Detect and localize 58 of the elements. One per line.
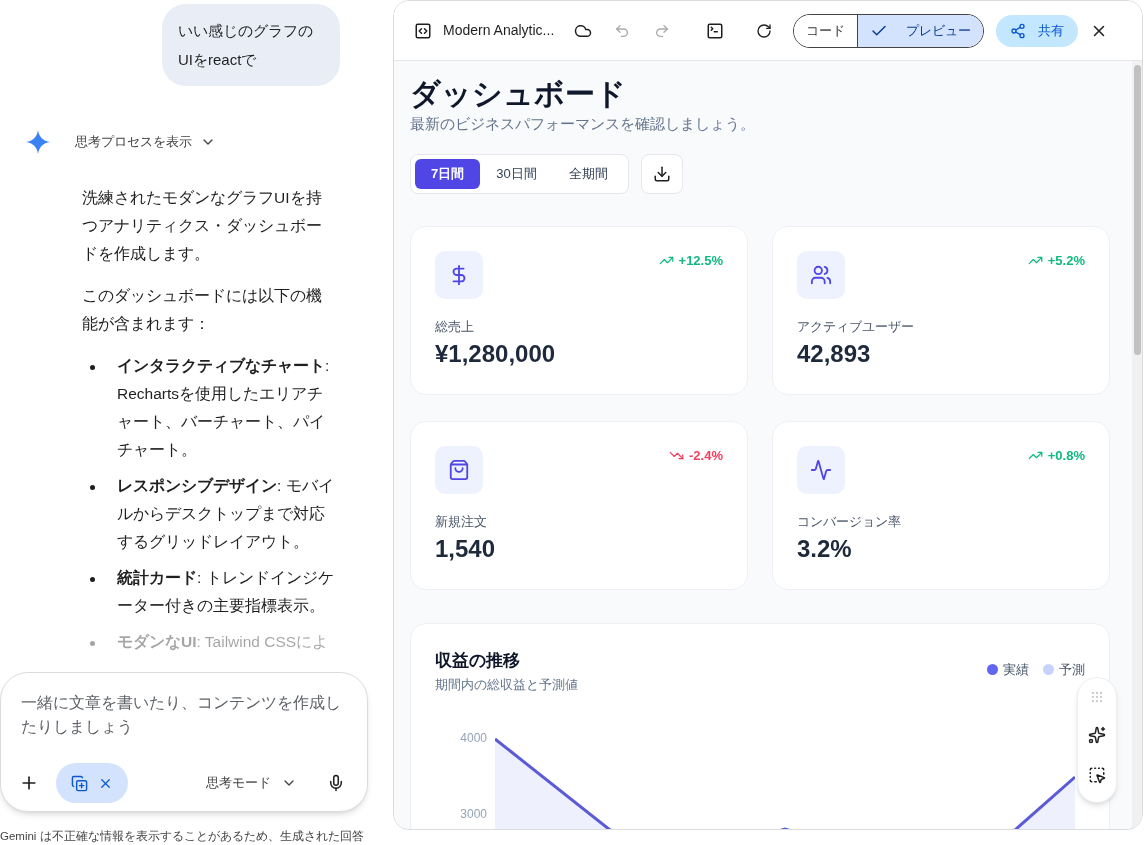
shopping-bag-icon (435, 445, 483, 494)
dashboard-title: ダッシュボード (410, 76, 627, 112)
dashboard-subtitle: 最新のビジネスパフォーマンスを確認しましょう。 (410, 114, 756, 134)
feature-text: レスポンシブデザイン: モバイルからデスクトップまで対応するグリッドレイアウト。 (117, 476, 334, 552)
view-tab[interactable]: プレビュー (857, 14, 984, 47)
feature-text: 統計カード: トレンドインジケーター付きの主要指標表示。 (117, 568, 334, 616)
download-button[interactable] (640, 153, 683, 194)
pulse-icon (797, 445, 845, 494)
sparkle-icon[interactable] (1088, 725, 1106, 744)
users-icon (797, 250, 845, 299)
axis-label: 4000 (460, 729, 487, 747)
stat-label: アクティブユーザー (797, 317, 915, 336)
select-icon[interactable] (1088, 765, 1106, 784)
trend-badge: +12.5% (658, 250, 723, 270)
terminal-icon[interactable] (706, 21, 725, 40)
bullet-icon (90, 485, 95, 490)
legend-label: 実績 (1003, 660, 1029, 679)
microphone-icon[interactable] (327, 774, 345, 792)
stat-label: コンバージョン率 (797, 512, 902, 531)
feature-text: インタラクティブなチャート: Rechartsを使用したエリアチャート、バーチャート、パイチャート。 (117, 356, 331, 460)
mode-dropdown[interactable]: 思考モード (206, 773, 297, 793)
stat-value: ¥1,280,000 (435, 339, 557, 369)
stat-label: 総売上 (435, 317, 475, 336)
bullet-icon (90, 641, 95, 646)
refresh-icon[interactable] (756, 22, 773, 39)
legend-label: 予測 (1059, 660, 1085, 679)
period-tab[interactable]: 全期間 (552, 158, 624, 189)
chat-input-box[interactable]: 一緒に文章を書いたり、コンテンツを作成したりしましょう 思考モード (0, 672, 368, 812)
drag-handle-icon[interactable] (1090, 689, 1104, 704)
stat-label: 新規注文 (435, 512, 488, 531)
thinking-toggle[interactable]: 思考プロセスを表示 (75, 132, 216, 152)
feature-text: モダンなUI: Tailwind CSSによ (117, 632, 329, 653)
user-message: いい感じのグラフのUIをreactで (162, 4, 340, 86)
trend-badge: +5.2% (1027, 250, 1085, 270)
dollar-icon (435, 250, 483, 299)
trend-badge: -2.4% (669, 445, 723, 465)
copy-plus-icon (71, 774, 88, 792)
response-paragraph: このダッシュボードには以下の機能が含まれます： (82, 286, 323, 334)
artifact-title: Modern Analytic... (443, 21, 555, 40)
code-icon (414, 21, 432, 40)
stat-value: 3.2% (797, 534, 853, 564)
bullet-icon (90, 577, 95, 582)
tool-chip[interactable] (56, 763, 128, 803)
revenue-title: 収益の推移 (435, 649, 521, 672)
share-button[interactable]: 共有 (996, 14, 1079, 47)
response-paragraph: 洗練されたモダンなグラフUIを持つアナリティクス・ダッシュボードを作成します。 (82, 188, 323, 264)
trend-badge: +0.8% (1027, 445, 1085, 465)
download-icon (652, 164, 671, 183)
stat-value: 42,893 (797, 339, 872, 369)
sparkle-icon (26, 130, 50, 154)
axis-label: 3000 (460, 805, 487, 823)
bullet-icon (90, 365, 95, 370)
share-icon (1010, 22, 1027, 39)
stat-value: 1,540 (435, 534, 497, 564)
period-tab[interactable]: 30日間 (480, 158, 553, 189)
period-tab[interactable]: 7日間 (415, 158, 481, 189)
revenue-subtitle: 期間内の総収益と予測値 (435, 676, 578, 694)
disclaimer: Gemini は不正確な情報を表示することがあるため、生成された回答 (0, 829, 364, 845)
